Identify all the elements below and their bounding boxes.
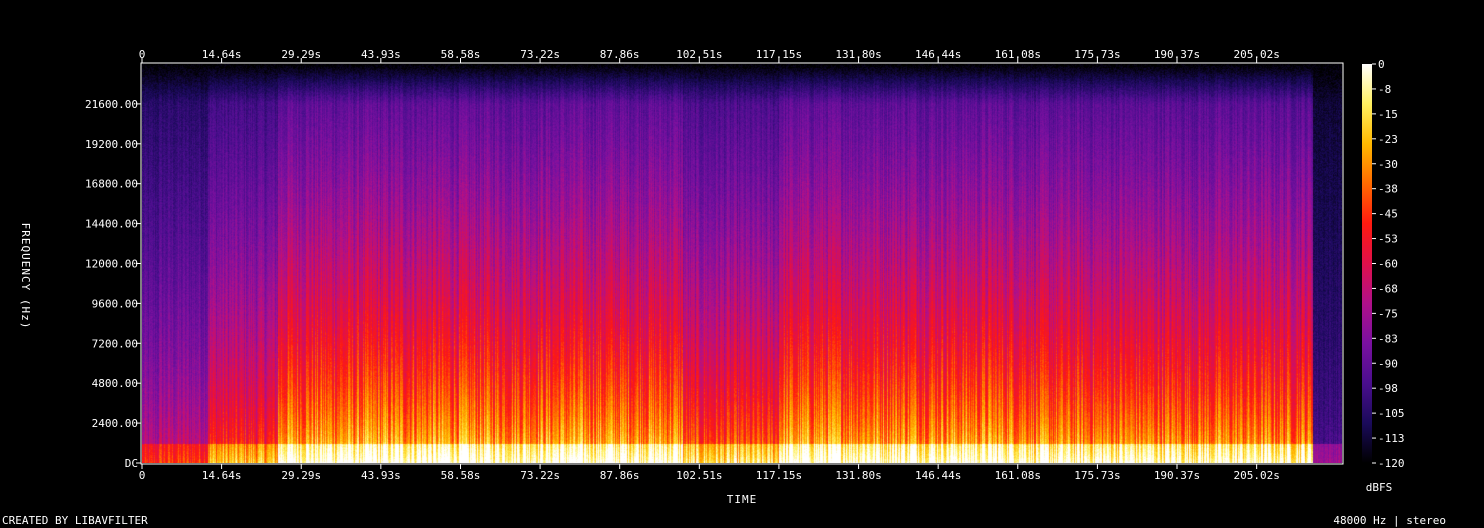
colorbar-gradient bbox=[1362, 64, 1372, 463]
x-tick-label: 117.15s bbox=[756, 469, 802, 482]
x-tick-label: 146.44s bbox=[915, 469, 961, 482]
x-tick-label: 117.15s bbox=[756, 48, 802, 61]
y-tick-label: 12000.00 bbox=[85, 258, 138, 271]
x-tick-label: 73.22s bbox=[520, 469, 560, 482]
colorbar-tick-label: -15 bbox=[1378, 108, 1398, 121]
y-tick-label: 19200.00 bbox=[85, 138, 138, 151]
colorbar-label: dBFS bbox=[1366, 481, 1393, 494]
x-tick-label: 102.51s bbox=[676, 48, 722, 61]
y-axis: DC 2400.00 4800.00 7200.00 9600.00 12000.00 14… bbox=[85, 98, 141, 470]
colorbar-tick-label: 0 bbox=[1378, 58, 1385, 71]
y-tick-label: 16800.00 bbox=[85, 178, 138, 191]
x-tick-label: 29.29s bbox=[281, 469, 321, 482]
colorbar-tick-label: -90 bbox=[1378, 357, 1398, 370]
x-tick-label: 205.02s bbox=[1233, 469, 1279, 482]
colorbar-tick-label: -45 bbox=[1378, 208, 1398, 221]
colorbar-tick-label: -68 bbox=[1378, 282, 1398, 295]
x-tick-label: 87.86s bbox=[600, 48, 640, 61]
footer-audio-info: 48000 Hz | stereo bbox=[1333, 514, 1446, 527]
y-tick-label: 2400.00 bbox=[92, 417, 138, 430]
x-tick-label: 175.73s bbox=[1074, 469, 1120, 482]
x-tick-label: 43.93s bbox=[361, 469, 401, 482]
x-tick-label: 131.80s bbox=[835, 469, 881, 482]
colorbar-tick-label: -120 bbox=[1378, 457, 1405, 470]
x-tick-label: 87.86s bbox=[600, 469, 640, 482]
x-tick-label: 43.93s bbox=[361, 48, 401, 61]
x-tick-label: 73.22s bbox=[520, 48, 560, 61]
y-tick-label: 9600.00 bbox=[92, 297, 138, 310]
x-tick-label: 0 bbox=[139, 48, 146, 61]
colorbar-tick-label: -105 bbox=[1378, 407, 1405, 420]
y-tick-label: 21600.00 bbox=[85, 98, 138, 111]
spectrogram-raster bbox=[142, 64, 1342, 463]
y-tick-label: DC bbox=[125, 457, 138, 470]
x-tick-label: 146.44s bbox=[915, 48, 961, 61]
x-tick-label: 190.37s bbox=[1154, 469, 1200, 482]
x-axis-bottom: 0 14.64s 29.29s 43.93s 58.58s 73.22s 87.86s 102… bbox=[139, 464, 1280, 482]
spectrogram-image bbox=[142, 64, 1342, 463]
colorbar-tick-label: -38 bbox=[1378, 183, 1398, 196]
colorbar-tick-label: -113 bbox=[1378, 432, 1405, 445]
x-tick-label: 175.73s bbox=[1074, 48, 1120, 61]
x-tick-label: 29.29s bbox=[281, 48, 321, 61]
y-tick-label: 14400.00 bbox=[85, 218, 138, 231]
x-tick-label: 131.80s bbox=[835, 48, 881, 61]
footer-credit: CREATED BY LIBAVFILTER bbox=[2, 514, 148, 527]
x-tick-label: 205.02s bbox=[1233, 48, 1279, 61]
colorbar-tick-label: -8 bbox=[1378, 83, 1391, 96]
y-tick-label: 7200.00 bbox=[92, 337, 138, 350]
x-tick-label: 102.51s bbox=[676, 469, 722, 482]
colorbar-tick-label: -98 bbox=[1378, 382, 1398, 395]
x-axis-top: 0 14.64s 29.29s 43.93s 58.58s 73.22s 87.86s 102… bbox=[139, 48, 1280, 63]
x-tick-label: 190.37s bbox=[1154, 48, 1200, 61]
y-axis-label: FREQUENCY (Hz) bbox=[19, 223, 32, 330]
x-tick-label: 58.58s bbox=[441, 48, 481, 61]
x-tick-label: 0 bbox=[139, 469, 146, 482]
colorbar-tick-label: -60 bbox=[1378, 258, 1398, 271]
x-tick-label: 14.64s bbox=[202, 469, 242, 482]
colorbar-tick-label: -30 bbox=[1378, 158, 1398, 171]
colorbar-tick-label: -53 bbox=[1378, 233, 1398, 246]
colorbar-tick-label: -75 bbox=[1378, 307, 1398, 320]
colorbar-tick-label: -83 bbox=[1378, 332, 1398, 345]
x-axis-label: TIME bbox=[727, 493, 758, 506]
x-tick-label: 58.58s bbox=[441, 469, 481, 482]
spectrogram-chart: 0 14.64s 29.29s 43.93s 58.58s 73.22s 87.86s 102… bbox=[19, 48, 1405, 506]
colorbar: 0 -8 -15 -23 -30 -38 -45 -53 -60 -68 -75 -83 -90 -98 -… bbox=[1362, 58, 1405, 470]
x-tick-label: 161.08s bbox=[995, 469, 1041, 482]
x-tick-label: 161.08s bbox=[995, 48, 1041, 61]
x-tick-label: 14.64s bbox=[202, 48, 242, 61]
y-tick-label: 4800.00 bbox=[92, 377, 138, 390]
colorbar-tick-label: -23 bbox=[1378, 133, 1398, 146]
